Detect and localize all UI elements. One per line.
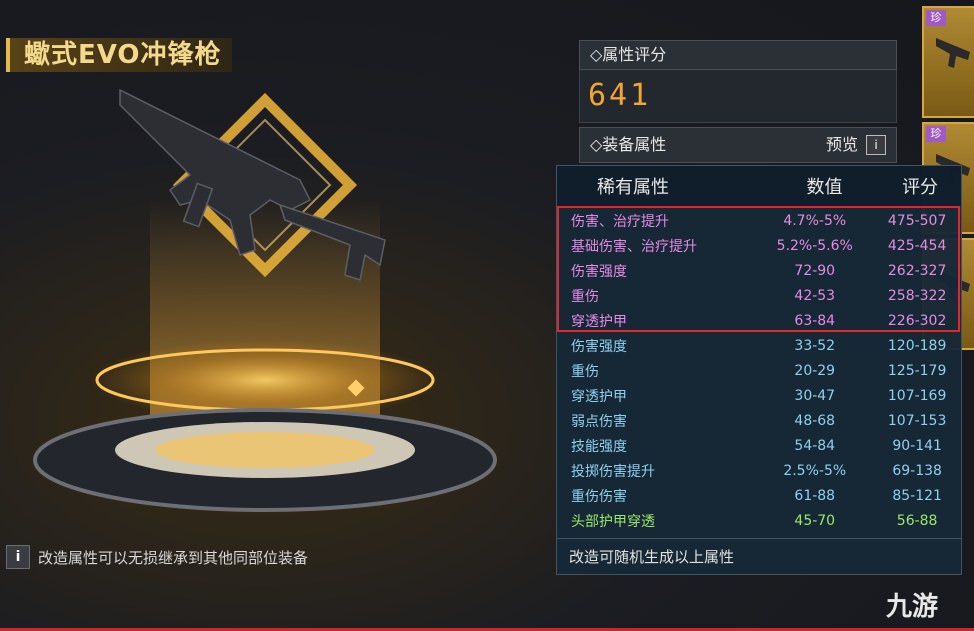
score-value: 641 xyxy=(579,70,897,123)
score-panel: ◇属性评分 641 ◇装备属性 预览 i xyxy=(579,40,897,170)
attribute-row: 头部护甲穿透 45-70 56-88 xyxy=(557,508,961,533)
attribute-score: 85-121 xyxy=(892,487,942,504)
attribute-name: 技能强度 xyxy=(571,438,627,455)
attribute-value: 63-84 xyxy=(794,312,836,329)
info-tip-text: 改造属性可以无损继承到其他同部位装备 xyxy=(38,548,309,567)
attribute-name: 伤害、治疗提升 xyxy=(571,213,669,230)
attribute-row: 伤害强度 33-52 120-189 xyxy=(557,333,961,358)
attribute-score: 107-169 xyxy=(887,387,947,404)
attribute-score: 90-141 xyxy=(892,437,942,454)
attribute-row: 投掷伤害提升 2.5%-5% 69-138 xyxy=(557,458,961,483)
attribute-value: 20-29 xyxy=(794,362,836,379)
attribute-row: 穿透护甲 63-84 226-302 xyxy=(557,308,961,333)
attribute-name: 头部护甲穿透 xyxy=(571,513,655,530)
attribute-name: 伤害强度 xyxy=(571,338,627,355)
attribute-name: 重伤伤害 xyxy=(571,488,627,505)
attribute-name: 投掷伤害提升 xyxy=(571,463,655,480)
attribute-value: 30-47 xyxy=(794,387,836,404)
score-label: ◇属性评分 xyxy=(579,40,897,70)
attribute-score: 258-322 xyxy=(887,287,947,304)
attribute-name: 重伤 xyxy=(571,288,599,305)
side-weapon-card-1[interactable]: 珍 xyxy=(922,6,974,118)
attribute-row: 伤害强度 72-90 262-327 xyxy=(557,258,961,283)
info-icon[interactable]: i xyxy=(6,545,30,569)
attribute-popup: 稀有属性 数值 评分 伤害、治疗提升 4.7%-5% 475-507 基础伤害、治疗提… xyxy=(556,165,962,575)
preview-info-icon: i xyxy=(866,135,886,155)
header-value: 数值 xyxy=(806,177,843,198)
attribute-row: 重伤 42-53 258-322 xyxy=(557,283,961,308)
attribute-name: 穿透护甲 xyxy=(571,313,627,330)
attribute-row: 技能强度 54-84 90-141 xyxy=(557,433,961,458)
equip-label: ◇装备属性 xyxy=(590,135,667,154)
attribute-value: 45-70 xyxy=(794,512,836,529)
attribute-score: 226-302 xyxy=(887,312,947,329)
rarity-badge: 珍 xyxy=(926,10,946,26)
attribute-row: 弱点伤害 48-68 107-153 xyxy=(557,408,961,433)
attribute-value: 48-68 xyxy=(794,412,836,429)
attribute-value: 72-90 xyxy=(794,262,836,279)
attribute-score: 425-454 xyxy=(887,237,947,254)
gun-icon xyxy=(936,38,970,68)
attribute-score: 475-507 xyxy=(887,212,947,229)
attribute-score: 107-153 xyxy=(887,412,947,429)
attribute-name: 基础伤害、治疗提升 xyxy=(571,238,697,255)
attribute-score: 125-179 xyxy=(887,362,947,379)
attribute-list: 伤害、治疗提升 4.7%-5% 475-507 基础伤害、治疗提升 5.2%-5.6% 4… xyxy=(557,206,961,533)
attribute-value: 42-53 xyxy=(794,287,836,304)
preview-button[interactable]: 预览 i xyxy=(826,128,886,162)
attribute-value: 61-88 xyxy=(794,487,836,504)
attribute-score: 56-88 xyxy=(896,512,938,529)
attribute-row: 穿透护甲 30-47 107-169 xyxy=(557,383,961,408)
attribute-value: 54-84 xyxy=(794,437,836,454)
header-name: 稀有属性 xyxy=(597,177,669,198)
attribute-score: 262-327 xyxy=(887,262,947,279)
rarity-badge: 珍 xyxy=(926,126,946,142)
attribute-name: 穿透护甲 xyxy=(571,388,627,405)
attribute-row: 重伤 20-29 125-179 xyxy=(557,358,961,383)
attribute-row: 重伤伤害 61-88 85-121 xyxy=(557,483,961,508)
attribute-value: 4.7%-5% xyxy=(783,212,847,229)
watermark-logo: 九游 xyxy=(886,592,939,622)
attribute-score: 120-189 xyxy=(887,337,947,354)
popup-header: 稀有属性 数值 评分 xyxy=(557,166,961,206)
header-score: 评分 xyxy=(902,177,939,198)
attribute-row: 基础伤害、治疗提升 5.2%-5.6% 425-454 xyxy=(557,233,961,258)
equip-attributes-header: ◇装备属性 预览 i xyxy=(579,127,897,163)
attribute-name: 重伤 xyxy=(571,363,599,380)
attribute-score: 69-138 xyxy=(892,462,942,479)
attribute-value: 33-52 xyxy=(794,337,836,354)
attribute-row: 伤害、治疗提升 4.7%-5% 475-507 xyxy=(557,208,961,233)
preview-label: 预览 xyxy=(825,135,858,154)
attribute-name: 伤害强度 xyxy=(571,263,627,280)
attribute-name: 弱点伤害 xyxy=(571,413,627,430)
attribute-value: 5.2%-5.6% xyxy=(776,237,853,254)
weapon-showcase xyxy=(33,88,497,512)
popup-footer: 改造可随机生成以上属性 xyxy=(557,538,961,574)
attribute-value: 2.5%-5% xyxy=(783,462,847,479)
info-tip: i 改造属性可以无损继承到其他同部位装备 xyxy=(6,544,308,570)
weapon-title: 蠍式EVO冲锋枪 xyxy=(6,38,232,72)
